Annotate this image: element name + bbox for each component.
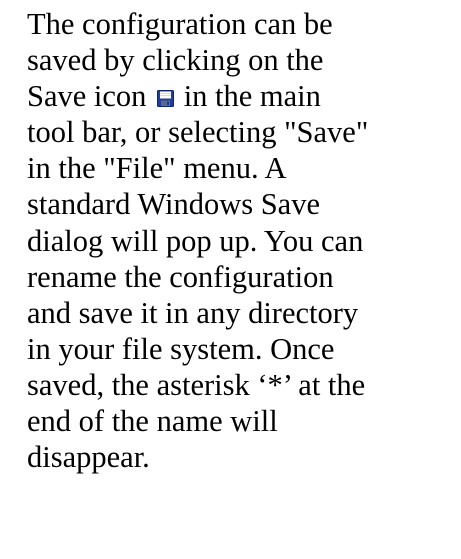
text-line-10: in your file system. Once [27, 331, 335, 366]
text-line-6: standard Windows Save [27, 187, 320, 222]
text-line-3: Save icon in the main [27, 78, 457, 114]
text-line-5: in the "File" menu. A [27, 151, 287, 186]
text-line-12: end of the name will [27, 404, 278, 439]
text-line-1: The configuration can be [27, 7, 333, 41]
text-line-3-after-icon: in the main [176, 79, 321, 114]
text-line-9: and save it in any directory [27, 295, 359, 330]
text-line-4: tool bar, or selecting "Save" [27, 115, 369, 150]
text-line-3-before-icon: Save icon [27, 79, 155, 114]
floppy-disk-save-icon [157, 90, 175, 108]
text-line-7: dialog will pop up. You can [27, 223, 364, 258]
text-line-11: saved, the asterisk ‘*’ at the [27, 367, 366, 402]
text-line-8: rename the configuration [27, 259, 334, 294]
text-line-13: disappear. [27, 440, 150, 475]
text-line-2: saved by clicking on the [27, 43, 324, 78]
document-paragraph: The configuration can be saved by clicki… [27, 6, 457, 475]
